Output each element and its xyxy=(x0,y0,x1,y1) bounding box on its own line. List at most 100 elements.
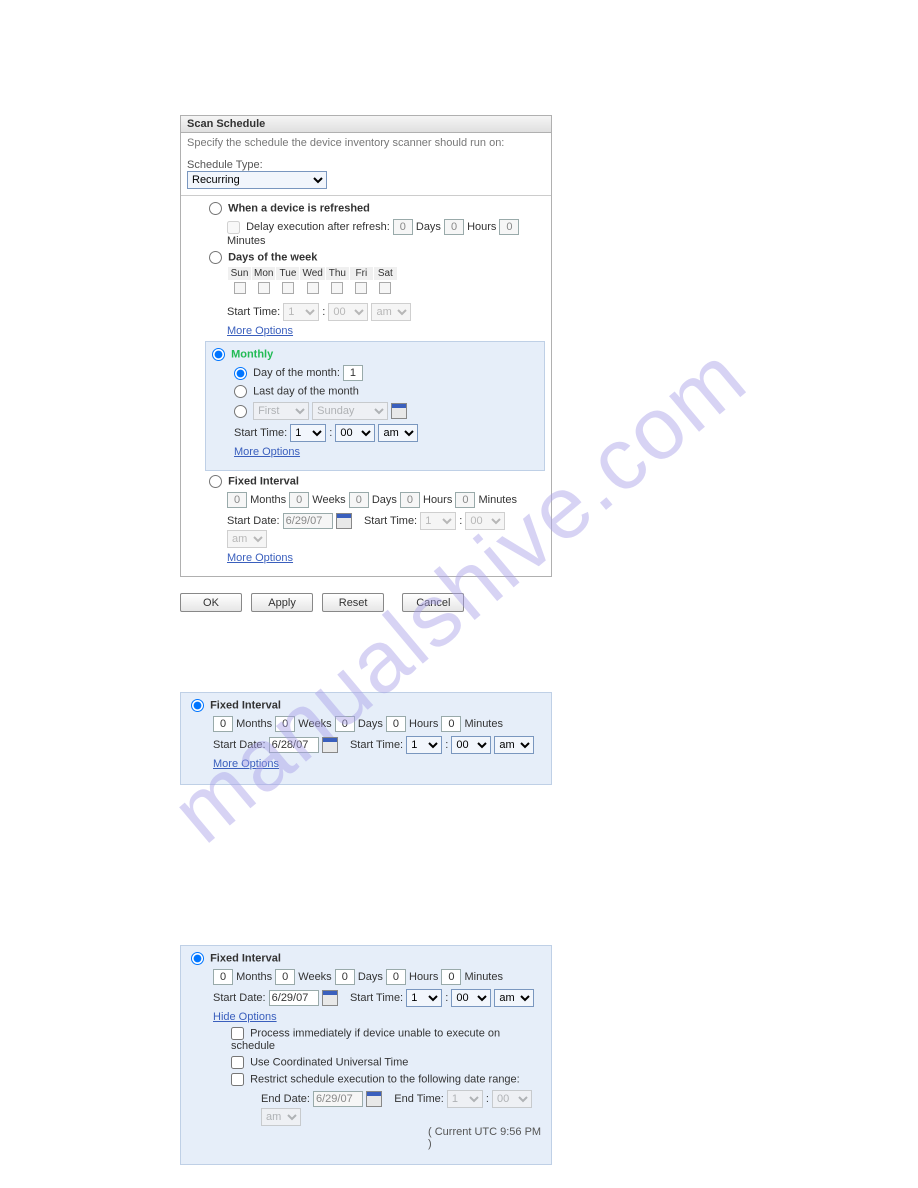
calendar-icon[interactable] xyxy=(366,1091,382,1107)
fixed2-weeks[interactable] xyxy=(275,716,295,732)
dow-thu: Thu xyxy=(325,267,349,281)
weekday-select[interactable]: Sunday xyxy=(312,402,388,420)
fixed2-more-options-link[interactable]: More Options xyxy=(213,758,279,770)
monthly-more-options-link[interactable]: More Options xyxy=(234,446,300,458)
fixed1-days[interactable] xyxy=(349,492,369,508)
fixed1-startdate[interactable] xyxy=(283,513,333,529)
fixed3-hours-label: Hours xyxy=(409,971,438,983)
fixed3-hide-options-link[interactable]: Hide Options xyxy=(213,1011,277,1023)
radio-lastday[interactable] xyxy=(234,385,247,398)
ok-button[interactable]: OK xyxy=(180,593,242,612)
fixed3-opt1-cb[interactable] xyxy=(231,1027,244,1040)
dayofmonth-input[interactable] xyxy=(343,365,363,381)
fixed1-label: Fixed Interval xyxy=(228,475,299,487)
fixed2-min[interactable]: 00 xyxy=(451,736,491,754)
radio-fixed1[interactable] xyxy=(209,475,222,488)
dow-cb-mon[interactable] xyxy=(258,282,270,294)
dow-cb-wed[interactable] xyxy=(307,282,319,294)
fixed3-months[interactable] xyxy=(213,969,233,985)
fixed1-more-options-link[interactable]: More Options xyxy=(227,552,293,564)
fixed1-minutes-label: Minutes xyxy=(478,494,517,506)
radio-dow[interactable] xyxy=(209,251,222,264)
fixed3-days[interactable] xyxy=(335,969,355,985)
fixed2-hours-label: Hours xyxy=(409,718,438,730)
dow-cb-fri[interactable] xyxy=(355,282,367,294)
refresh-hours-label: Hours xyxy=(467,221,496,233)
fixed1-hour[interactable]: 1 xyxy=(420,512,456,530)
fixed3-opt3-cb[interactable] xyxy=(231,1073,244,1086)
fixed1-hours[interactable] xyxy=(400,492,420,508)
fixed1-months[interactable] xyxy=(227,492,247,508)
dow-hour-select[interactable]: 1 xyxy=(283,303,319,321)
fixed3-endhour[interactable]: 1 xyxy=(447,1090,483,1108)
apply-button[interactable]: Apply xyxy=(251,593,313,612)
fixed3-hours[interactable] xyxy=(386,969,406,985)
fixed2-ampm[interactable]: am xyxy=(494,736,534,754)
fixed3-endmin[interactable]: 00 xyxy=(492,1090,532,1108)
fixed3-months-label: Months xyxy=(236,971,272,983)
dow-cb-thu[interactable] xyxy=(331,282,343,294)
radio-refresh[interactable] xyxy=(209,202,222,215)
radio-fixed2[interactable] xyxy=(191,699,204,712)
monthly-min-select[interactable]: 00 xyxy=(335,424,375,442)
fixed2-hours[interactable] xyxy=(386,716,406,732)
monthly-hour-select[interactable]: 1 xyxy=(290,424,326,442)
fixed3-opt3: Restrict schedule execution to the follo… xyxy=(250,1073,520,1085)
fixed3-enddate[interactable] xyxy=(313,1091,363,1107)
delay-checkbox[interactable] xyxy=(227,221,240,234)
fixed2-months-label: Months xyxy=(236,718,272,730)
fixed3-weeks[interactable] xyxy=(275,969,295,985)
dow-cb-sun[interactable] xyxy=(234,282,246,294)
dow-cb-tue[interactable] xyxy=(282,282,294,294)
fixed1-startdate-label: Start Date: xyxy=(227,515,280,527)
schedule-type-select[interactable]: Recurring xyxy=(187,171,327,189)
monthly-label: Monthly xyxy=(231,348,273,360)
dow-mon: Mon xyxy=(252,267,276,281)
fixed3-min[interactable]: 00 xyxy=(451,989,491,1007)
dow-min-select[interactable]: 00 xyxy=(328,303,368,321)
calendar-icon[interactable] xyxy=(391,403,407,419)
fixed3-opt1: Process immediately if device unable to … xyxy=(231,1027,500,1052)
calendar-icon[interactable] xyxy=(322,737,338,753)
schedule-type-label: Schedule Type: xyxy=(187,159,545,171)
fixed3-opt2: Use Coordinated Universal Time xyxy=(250,1056,408,1068)
fixed3-utcnote: ( Current UTC 9:56 PM ) xyxy=(428,1126,543,1150)
cancel-button[interactable]: Cancel xyxy=(402,593,464,612)
ordinal-select[interactable]: First xyxy=(253,402,309,420)
dow-more-options-link[interactable]: More Options xyxy=(227,325,293,337)
dow-cb-sat[interactable] xyxy=(379,282,391,294)
dow-ampm-select[interactable]: am xyxy=(371,303,411,321)
monthly-ampm-select[interactable]: am xyxy=(378,424,418,442)
fixed2-minutes-label: Minutes xyxy=(464,718,503,730)
fixed3-label: Fixed Interval xyxy=(210,952,281,964)
fixed3-endampm[interactable]: am xyxy=(261,1108,301,1126)
fixed3-opt2-cb[interactable] xyxy=(231,1056,244,1069)
radio-monthly[interactable] xyxy=(212,348,225,361)
radio-fixed3[interactable] xyxy=(191,952,204,965)
fixed3-startdate[interactable] xyxy=(269,990,319,1006)
calendar-icon[interactable] xyxy=(336,513,352,529)
lastday-label: Last day of the month xyxy=(253,385,359,397)
fixed2-days[interactable] xyxy=(335,716,355,732)
reset-button[interactable]: Reset xyxy=(322,593,384,612)
refresh-minutes-input[interactable] xyxy=(499,219,519,235)
dow-tue: Tue xyxy=(276,267,300,281)
fixed2-startdate[interactable] xyxy=(269,737,319,753)
fixed2-hour[interactable]: 1 xyxy=(406,736,442,754)
fixed1-days-label: Days xyxy=(372,494,397,506)
refresh-days-input[interactable] xyxy=(393,219,413,235)
calendar-icon[interactable] xyxy=(322,990,338,1006)
radio-dayofmonth[interactable] xyxy=(234,367,247,380)
fixed3-ampm[interactable]: am xyxy=(494,989,534,1007)
fixed3-minutes[interactable] xyxy=(441,969,461,985)
fixed3-hour[interactable]: 1 xyxy=(406,989,442,1007)
fixed1-weeks[interactable] xyxy=(289,492,309,508)
fixed1-minutes[interactable] xyxy=(455,492,475,508)
dow-starttime-label: Start Time: xyxy=(227,306,280,318)
fixed2-months[interactable] xyxy=(213,716,233,732)
radio-ordinal[interactable] xyxy=(234,405,247,418)
fixed1-min[interactable]: 00 xyxy=(465,512,505,530)
fixed2-minutes[interactable] xyxy=(441,716,461,732)
refresh-hours-input[interactable] xyxy=(444,219,464,235)
fixed1-ampm[interactable]: am xyxy=(227,530,267,548)
